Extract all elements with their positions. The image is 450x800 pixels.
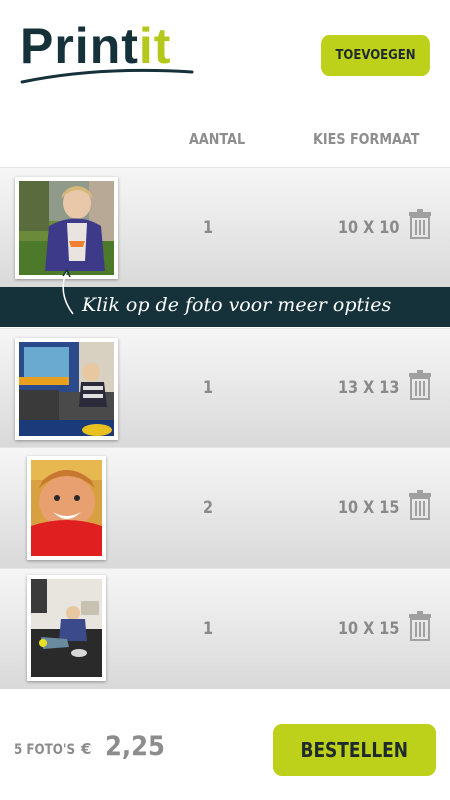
order-button-label: BESTELLEN	[300, 738, 409, 762]
photo-row: 1 10 X 15	[0, 568, 450, 689]
total-price: 2,25	[105, 731, 165, 762]
trash-icon[interactable]	[409, 209, 431, 239]
photo-thumbnail[interactable]	[27, 456, 106, 560]
trash-icon[interactable]	[409, 370, 431, 400]
trash-icon[interactable]	[409, 490, 431, 520]
format-value[interactable]: 10 X 10	[338, 218, 399, 238]
photo-thumbnail[interactable]	[15, 177, 118, 279]
add-photo-button[interactable]: TOEVOEGEN	[321, 35, 430, 76]
app-header: Printit TOEVOEGEN	[0, 0, 450, 115]
photo-thumbnail[interactable]	[15, 338, 118, 440]
format-value[interactable]: 10 X 15	[338, 498, 399, 518]
photo-row: 1 13 X 13	[0, 328, 450, 447]
order-button[interactable]: BESTELLEN	[273, 724, 436, 776]
format-value[interactable]: 10 X 15	[338, 619, 399, 639]
column-header-format: KIES FORMAAT	[313, 130, 420, 148]
trash-icon[interactable]	[409, 611, 431, 641]
photo-row: 2 10 X 15	[0, 447, 450, 568]
quantity-value[interactable]: 1	[203, 619, 213, 639]
logo-swoosh-icon	[20, 68, 194, 84]
photo-2-image	[19, 342, 114, 436]
quantity-value[interactable]: 1	[203, 378, 213, 398]
photo-1-image	[19, 181, 114, 275]
quantity-value[interactable]: 1	[203, 218, 213, 238]
printit-logo: Printit	[20, 18, 195, 88]
curved-arrow-icon	[62, 268, 74, 315]
photo-count: 5 FOTO'S	[14, 742, 76, 758]
tip-text: Klik op de foto voor meer opties	[82, 294, 392, 316]
quantity-value[interactable]: 2	[203, 498, 213, 518]
photo-3-image	[31, 460, 102, 556]
currency-symbol: €	[81, 740, 92, 758]
format-value[interactable]: 13 X 13	[338, 378, 399, 398]
photo-4-image	[31, 579, 102, 677]
photo-thumbnail[interactable]	[27, 575, 106, 681]
column-header-quantity: AANTAL	[189, 130, 246, 148]
